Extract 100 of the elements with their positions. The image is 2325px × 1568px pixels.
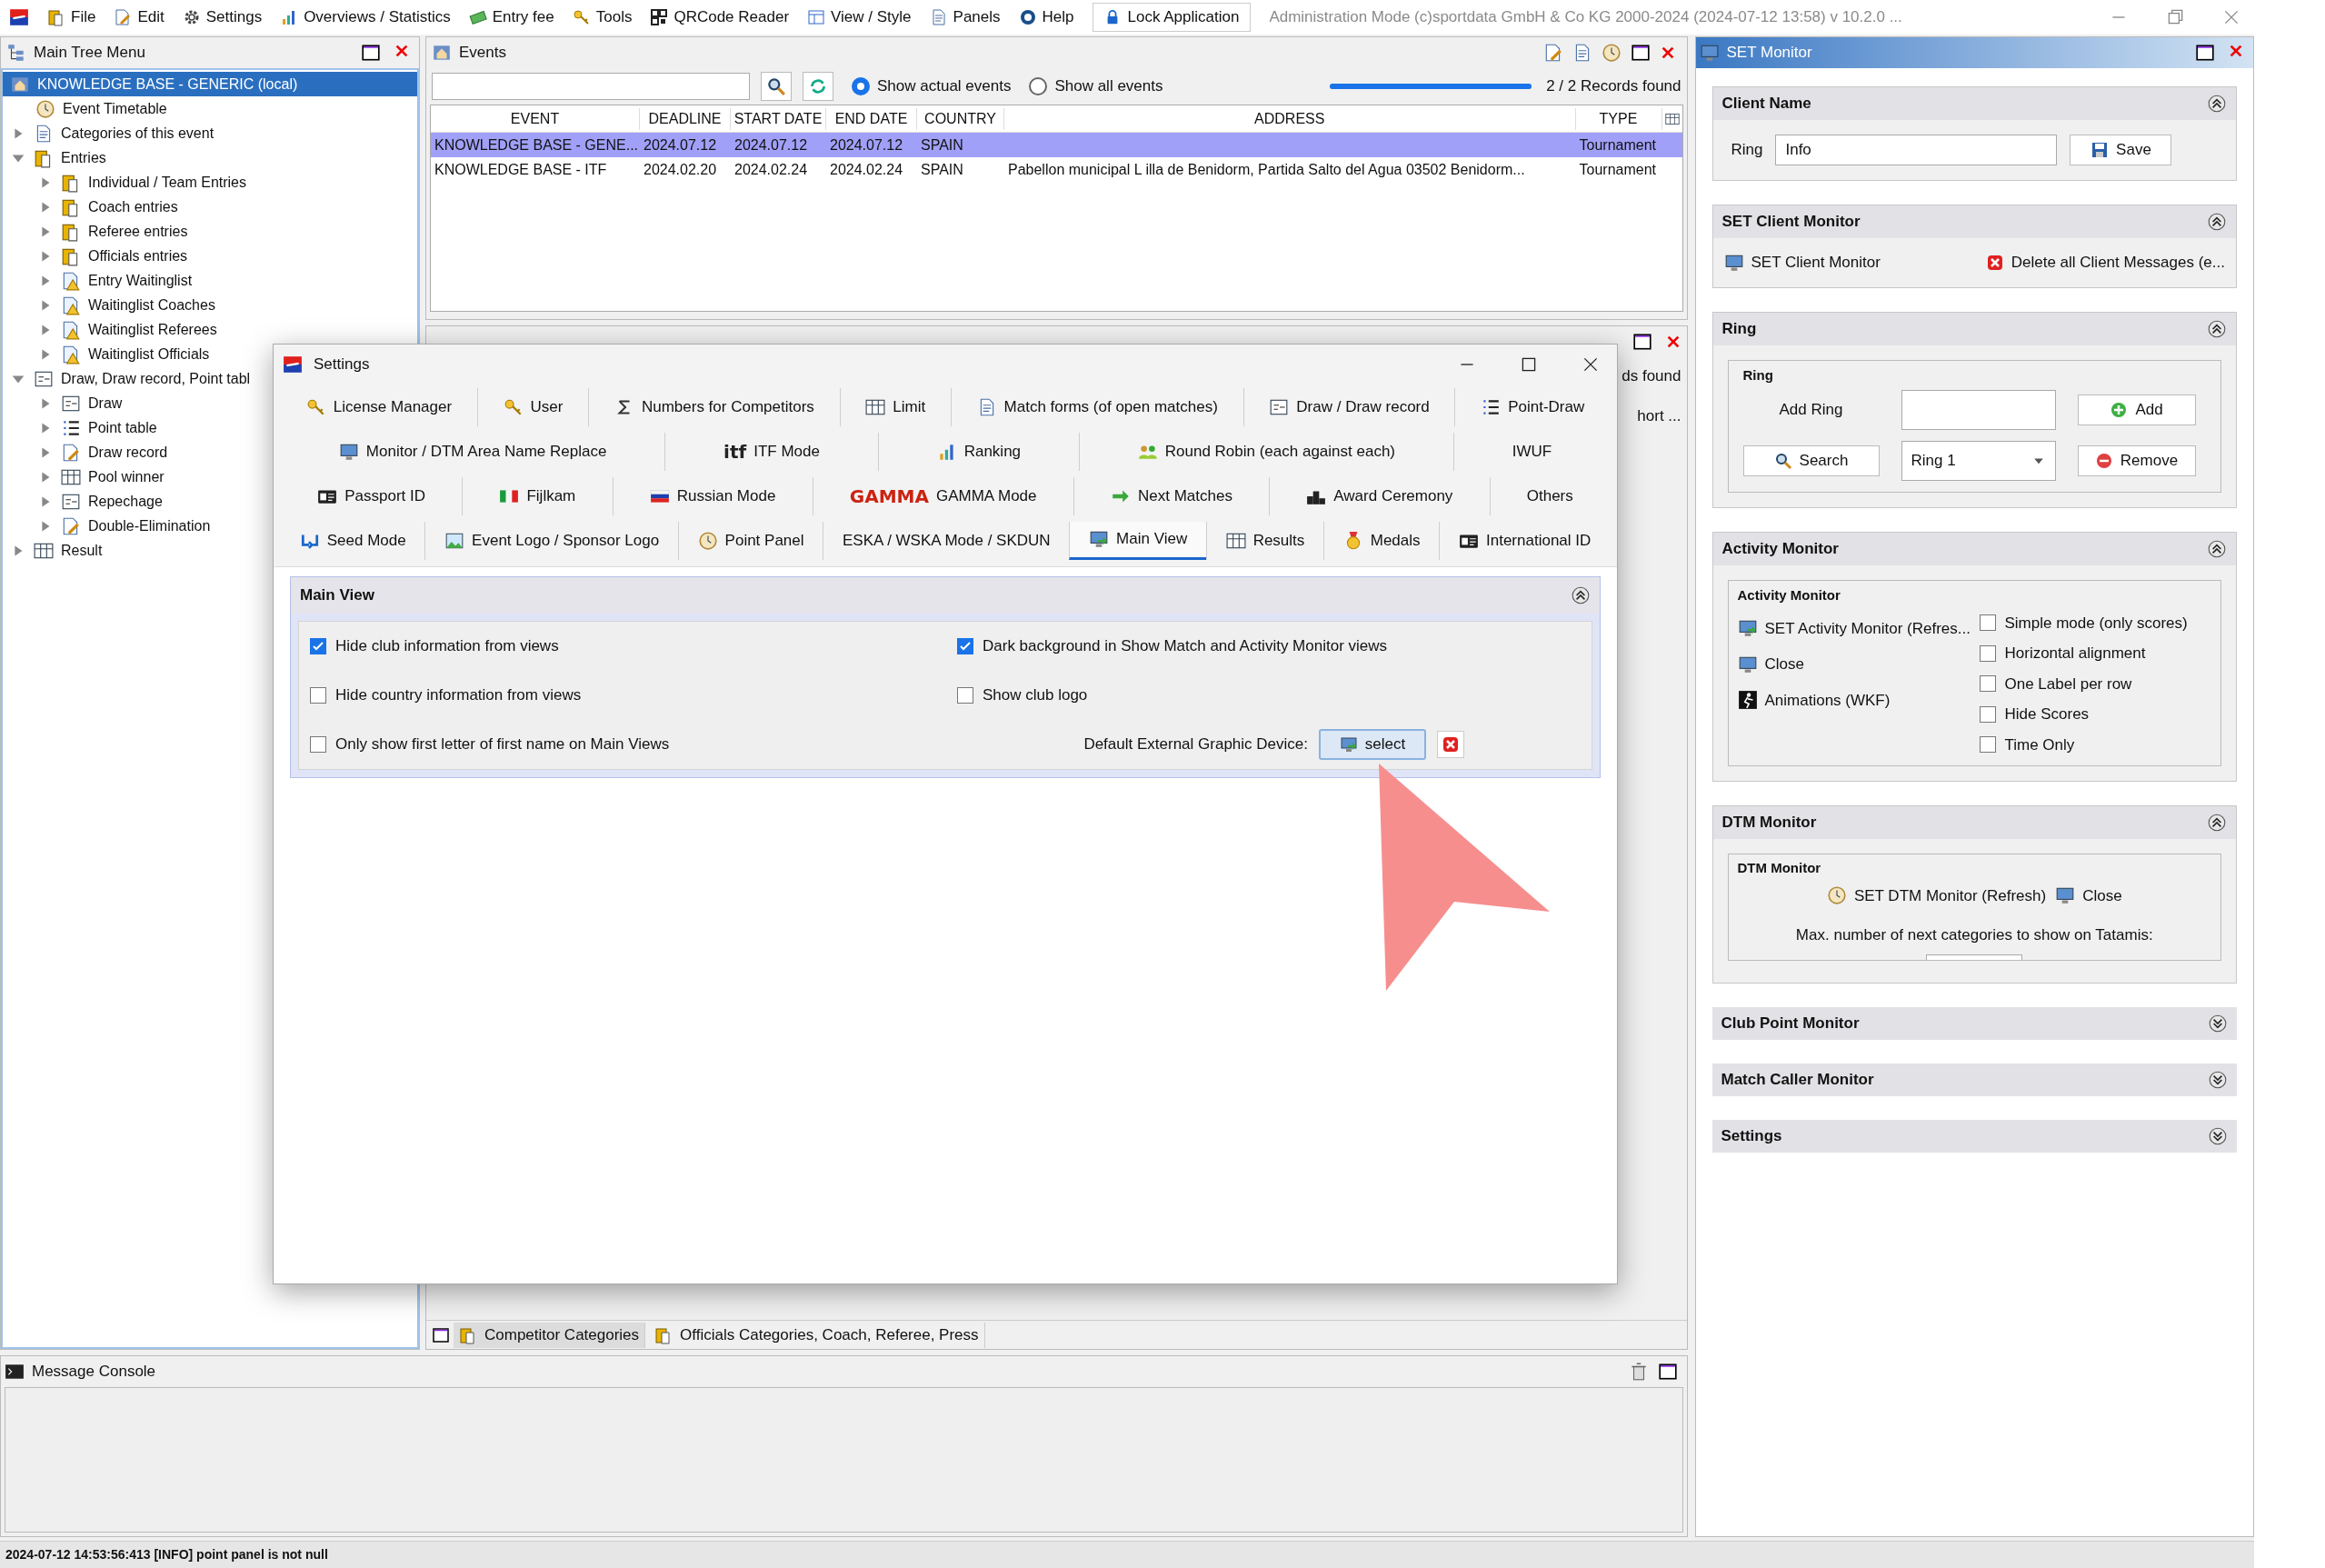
window-icon[interactable]: [1630, 43, 1651, 63]
tree-item[interactable]: Officials entries: [3, 244, 417, 268]
collapse-icon[interactable]: [2207, 538, 2227, 559]
tree-item[interactable]: Referee entries: [3, 219, 417, 244]
checkbox[interactable]: [957, 638, 973, 654]
menu-item[interactable]: Edit: [114, 5, 165, 29]
menu-item[interactable]: QRCode Reader: [650, 5, 790, 29]
column-header[interactable]: TYPE: [1575, 107, 1662, 130]
tab[interactable]: Numbers for Competitors: [588, 387, 840, 426]
tab[interactable]: Russian Mode: [612, 476, 813, 515]
tree-item[interactable]: Waitinglist Referees: [3, 317, 417, 342]
tab[interactable]: Award Ceremony: [1269, 476, 1490, 515]
link-button[interactable]: Delete all Client Messages (e...: [1985, 251, 2225, 275]
panel-tab[interactable]: Competitor Categories: [454, 1322, 646, 1348]
save-button[interactable]: Save: [2070, 135, 2172, 165]
checkbox[interactable]: [310, 687, 326, 704]
tab[interactable]: Round Robin (each against each): [1078, 432, 1453, 471]
tab[interactable]: Results: [1205, 521, 1324, 560]
link-button[interactable]: SET DTM Monitor (Refresh): [1826, 884, 2047, 907]
tab[interactable]: IWUF: [1452, 432, 1611, 471]
tree-item[interactable]: Categories of this event: [3, 121, 417, 145]
collapse-icon[interactable]: [1571, 585, 1591, 605]
app-logo-icon[interactable]: [9, 7, 29, 27]
clear-button[interactable]: [1437, 731, 1464, 758]
window-icon[interactable]: [2195, 43, 2215, 63]
tab[interactable]: Point-Draw: [1454, 387, 1610, 426]
menu-item[interactable]: Help: [1018, 5, 1074, 29]
tree-item[interactable]: Entries: [3, 145, 417, 170]
radio-button[interactable]: [852, 77, 870, 95]
tab[interactable]: GAMMA GAMMA Mode: [812, 476, 1073, 515]
menu-item[interactable]: Overviews / Statistics: [280, 5, 451, 29]
table-row[interactable]: KNOWLEDGE BASE - ITF 2024.02.20 2024.02.24 2024.02.24 SPAIN Pabellon municipal L illa de Benidorm, Partida Salto del Agua 03502 Benidorm... Tournament: [431, 157, 1682, 182]
link-button[interactable]: Close: [2055, 884, 2122, 907]
search-field[interactable]: [432, 73, 750, 100]
tab[interactable]: itf ITF Mode: [664, 432, 878, 471]
menu-item[interactable]: File: [47, 5, 96, 29]
lock-button[interactable]: Lock Application: [1092, 3, 1252, 32]
tab[interactable]: Ranking: [877, 432, 1079, 471]
clock-icon[interactable]: [1601, 43, 1622, 63]
text-field[interactable]: Info: [1775, 135, 2058, 165]
column-header[interactable]: END DATE: [826, 107, 917, 130]
expand-icon[interactable]: [2208, 1125, 2228, 1146]
number-field[interactable]: [1926, 954, 2023, 960]
column-header[interactable]: START DATE: [731, 107, 826, 130]
tab[interactable]: International ID: [1439, 521, 1610, 560]
expand-icon[interactable]: [2208, 1069, 2228, 1090]
tree-item[interactable]: KNOWLEDGE BASE - GENERIC (local): [3, 72, 417, 96]
tab[interactable]: Fijlkam: [462, 476, 613, 515]
remove-button[interactable]: Remove: [2077, 444, 2196, 476]
tree-item[interactable]: Coach entries: [3, 195, 417, 219]
text-field[interactable]: [1901, 389, 2056, 430]
link-button[interactable]: Animations (WKF): [1737, 688, 1974, 712]
window-icon[interactable]: [1657, 1362, 1678, 1382]
tab[interactable]: Match forms (of open matches): [950, 387, 1243, 426]
column-header[interactable]: EVENT: [431, 107, 640, 130]
link-button[interactable]: SET Activity Monitor (Refres...: [1737, 616, 1974, 640]
tab[interactable]: Main View: [1069, 521, 1206, 560]
add-button[interactable]: Add: [2077, 394, 2196, 425]
collapse-icon[interactable]: [2207, 813, 2227, 833]
checkbox[interactable]: [310, 638, 326, 654]
collapse-icon[interactable]: [2207, 212, 2227, 232]
checkbox[interactable]: [957, 687, 973, 704]
collapse-icon[interactable]: [2207, 318, 2227, 339]
table-row[interactable]: KNOWLEDGE BASE - GENE... 2024.07.12 2024.07.12 2024.07.12 SPAIN Tournament: [431, 133, 1682, 157]
link-button[interactable]: SET Client Monitor: [1723, 251, 1881, 275]
tab[interactable]: Draw / Draw record: [1242, 387, 1455, 426]
checkbox[interactable]: [1979, 736, 1996, 754]
expand-icon[interactable]: [2208, 1013, 2228, 1034]
tree-item[interactable]: Entry Waitinglist: [3, 268, 417, 293]
column-header[interactable]: COUNTRY: [917, 107, 1004, 130]
tab[interactable]: Seed Mode: [281, 521, 425, 560]
menu-item[interactable]: View / Style: [807, 5, 912, 29]
search-button[interactable]: [761, 72, 792, 101]
column-header[interactable]: DEADLINE: [640, 107, 731, 130]
window-icon[interactable]: [1631, 332, 1652, 352]
checkbox[interactable]: [1979, 614, 1996, 632]
tab[interactable]: User: [476, 387, 589, 426]
checkbox[interactable]: [1979, 675, 1996, 693]
tab[interactable]: Point Panel: [677, 521, 823, 560]
tree-item[interactable]: Event Timetable: [3, 96, 417, 121]
refresh-button[interactable]: [803, 72, 833, 101]
checkbox[interactable]: [310, 736, 326, 753]
menu-item[interactable]: Panels: [929, 5, 1001, 29]
menu-item[interactable]: Tools: [572, 5, 633, 29]
tab[interactable]: Limit: [839, 387, 951, 426]
search-button[interactable]: Search: [1742, 444, 1880, 476]
tab[interactable]: Medals: [1323, 521, 1440, 560]
tab[interactable]: Event Logo / Sponsor Logo: [424, 521, 678, 560]
collapse-icon[interactable]: [2207, 94, 2227, 114]
tree-item[interactable]: Waitinglist Coaches: [3, 293, 417, 317]
menu-item[interactable]: Entry fee: [468, 5, 554, 29]
tab[interactable]: Next Matches: [1073, 476, 1270, 515]
menu-item[interactable]: Settings: [182, 5, 263, 29]
window-icon[interactable]: [432, 1325, 450, 1344]
radio-button[interactable]: [1029, 77, 1048, 95]
window-icon[interactable]: [361, 43, 381, 63]
tree-item[interactable]: Individual / Team Entries: [3, 170, 417, 195]
select-button[interactable]: select: [1319, 729, 1426, 760]
column-header[interactable]: ADDRESS: [1004, 107, 1576, 130]
checkbox[interactable]: [1979, 644, 1996, 662]
